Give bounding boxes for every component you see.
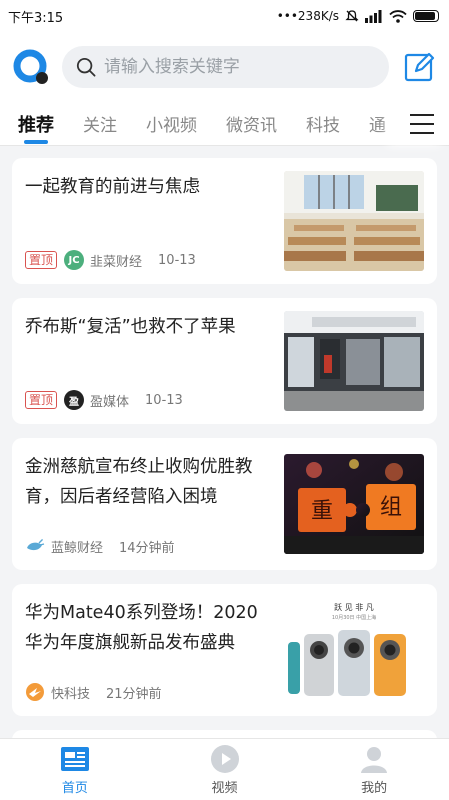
nav-video[interactable]: 视频: [150, 739, 300, 800]
article-title[interactable]: 乔布斯“复活”也救不了苹果: [25, 312, 261, 342]
article-time: 10-13: [145, 392, 183, 408]
app-header: [0, 32, 449, 102]
tab-tech[interactable]: 科技: [306, 102, 340, 146]
search-bar[interactable]: [62, 46, 389, 88]
classroom-photo: [284, 171, 424, 271]
wifi-icon: [389, 9, 407, 23]
huawei-mate40-phones: 跃 见 非 凡 10月30日 中国上海: [284, 598, 424, 702]
article-card[interactable]: 乔布斯“复活”也救不了苹果 置顶 盈 盈媒体 10-13: [12, 298, 437, 424]
article-source[interactable]: 韭菜财经: [90, 251, 142, 270]
tab-micro-news[interactable]: 微资讯: [226, 102, 277, 146]
home-news-icon: [60, 746, 89, 771]
profile-icon: [361, 746, 388, 773]
yingmeiti-logo-icon: 盈: [64, 390, 85, 410]
battery-icon: [413, 10, 439, 22]
menu-icon: [410, 113, 434, 134]
compose-button[interactable]: [403, 50, 437, 84]
video-play-icon: [210, 744, 239, 773]
status-bar: 下午3:15 •••238K/s: [0, 0, 449, 32]
article-meta: 置顶 盈 盈媒体 10-13: [25, 390, 183, 410]
network-speed: •••238K/s: [276, 9, 339, 23]
tab-recommend[interactable]: 推荐: [18, 102, 54, 146]
tab-follow[interactable]: 关注: [83, 102, 117, 146]
status-time: 下午3:15: [8, 10, 64, 26]
channel-menu-button[interactable]: [395, 102, 449, 145]
puzzle-left-char: 重: [311, 499, 333, 524]
article-meta: 快科技 21分钟前: [25, 682, 162, 702]
article-card[interactable]: 一起教育的前进与焦虑 置顶 JC 韭菜财经 10-13: [12, 158, 437, 284]
article-title[interactable]: 一起教育的前进与焦虑: [25, 172, 261, 202]
pinned-badge: 置顶: [25, 391, 58, 409]
status-icons: •••238K/s: [277, 9, 439, 23]
article-title[interactable]: 金洲慈航宣布终止收购优胜教育，因后者经营陷入困境: [25, 452, 261, 512]
nav-profile[interactable]: 我的: [299, 739, 449, 800]
promo-date: 10月30日 中国上海: [332, 614, 376, 621]
puzzle-zhongzu: 重 组: [284, 454, 424, 554]
article-time: 14分钟前: [119, 540, 175, 556]
puzzle-right-char: 组: [380, 495, 402, 520]
article-meta: 置顶 JC 韭菜财经 10-13: [25, 250, 196, 270]
nav-home-label: 首页: [61, 780, 88, 796]
article-card[interactable]: 金洲慈航宣布终止收购优胜教育，因后者经营陷入困境 蓝鲸财经 14分钟前 重 组: [12, 438, 437, 570]
news-feed[interactable]: 一起教育的前进与焦虑 置顶 JC 韭菜财经 10-13 乔布斯“复活”也救不了苹…: [0, 146, 449, 738]
nav-home[interactable]: 首页: [0, 739, 150, 800]
article-thumbnail[interactable]: 重 组: [284, 454, 424, 554]
bottom-navigation: 首页 视频 我的: [0, 738, 449, 800]
article-meta: 蓝鲸财经 14分钟前: [25, 536, 175, 556]
app-logo-icon[interactable]: [12, 48, 50, 86]
article-title[interactable]: 华为Mate40系列登场！2020华为年度旗舰新品发布盛典: [25, 598, 261, 658]
article-thumbnail[interactable]: [284, 171, 424, 271]
signal-icon: [365, 9, 382, 23]
apple-store-photo: [284, 311, 424, 411]
article-source[interactable]: 蓝鲸财经: [51, 537, 103, 556]
article-source[interactable]: 快科技: [51, 683, 90, 702]
nav-profile-label: 我的: [361, 780, 388, 796]
kuaikeji-logo-icon: [26, 683, 44, 701]
article-card-partial[interactable]: [12, 730, 437, 738]
nav-video-label: 视频: [211, 780, 238, 796]
article-card[interactable]: 华为Mate40系列登场！2020华为年度旗舰新品发布盛典 快科技 21分钟前 …: [12, 584, 437, 716]
article-thumbnail[interactable]: [284, 311, 424, 411]
promo-slogan: 跃 见 非 凡: [334, 602, 374, 612]
tab-more-partial[interactable]: 通: [369, 102, 386, 146]
article-time: 10-13: [158, 252, 196, 268]
pinned-badge: 置顶: [25, 251, 58, 269]
lanjing-logo-icon: [27, 538, 45, 551]
mute-icon: [345, 10, 359, 22]
jiucai-logo-icon: JC: [64, 250, 85, 270]
search-input[interactable]: [103, 57, 375, 77]
search-icon: [76, 57, 96, 77]
article-thumbnail[interactable]: 跃 见 非 凡 10月30日 中国上海: [284, 598, 424, 702]
edit-icon: [404, 52, 435, 82]
category-tabs: 推荐 关注 小视频 微资讯 科技 通: [0, 102, 449, 146]
article-source[interactable]: 盈媒体: [90, 391, 129, 410]
tab-short-video[interactable]: 小视频: [146, 102, 197, 146]
article-time: 21分钟前: [106, 686, 162, 702]
